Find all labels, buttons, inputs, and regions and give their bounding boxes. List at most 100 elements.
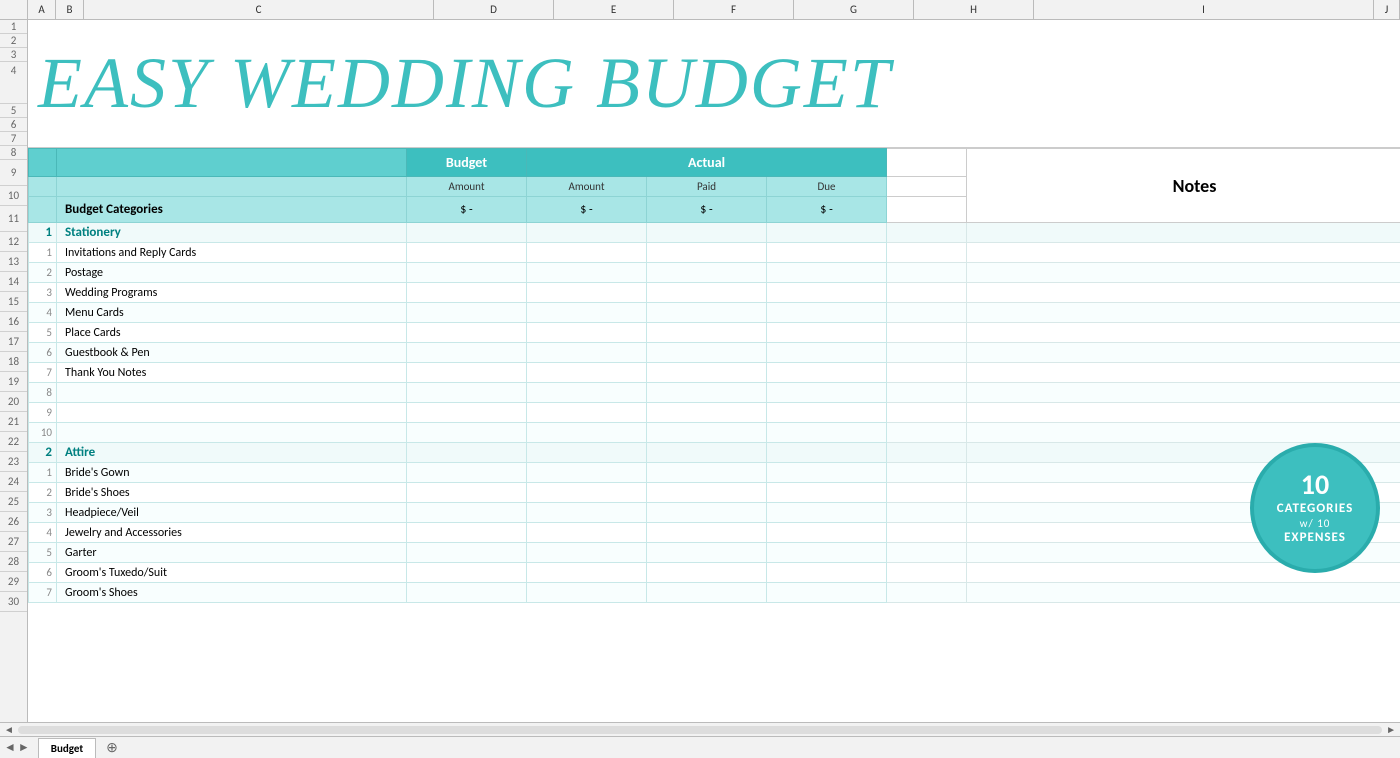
total-actual-dollar: $ - (527, 197, 647, 223)
header-notes-label: Notes (967, 149, 1400, 223)
scroll-left-arrow[interactable]: ◄ (4, 723, 14, 736)
category-row-stationery: 1 Stationery (29, 223, 1400, 243)
item-due (767, 423, 887, 443)
item-budget (407, 523, 527, 543)
header-budget-label: Budget (407, 149, 527, 177)
item-h (887, 323, 967, 343)
col-header-f: F (674, 0, 794, 19)
item-h (887, 343, 967, 363)
item-thank-you-notes: Thank You Notes (57, 363, 407, 383)
tab-nav-right[interactable]: ► (18, 740, 30, 755)
col-header-b: B (56, 0, 84, 19)
item-empty-9 (57, 403, 407, 423)
item-actual (527, 543, 647, 563)
badge-text-expenses: EXPENSES (1284, 530, 1346, 546)
row-num-5: 5 (0, 104, 27, 118)
item-actual (527, 403, 647, 423)
item-notes (967, 343, 1400, 363)
header-empty-h (887, 149, 967, 177)
item-due (767, 243, 887, 263)
row-num-21: 21 (0, 412, 27, 432)
item-h (887, 243, 967, 263)
row-num-10: 10 (0, 186, 27, 206)
cat-due-2 (767, 443, 887, 463)
badge-num-categories: 10 (1301, 470, 1329, 501)
col-header-c: C (84, 0, 434, 19)
item-actual (527, 243, 647, 263)
item-postage: Postage (57, 263, 407, 283)
item-garter: Garter (57, 543, 407, 563)
col-header-e: E (554, 0, 674, 19)
cat-name-stationery: Stationery (57, 223, 407, 243)
item-paid (647, 523, 767, 543)
item-row-brides-shoes: 2 Bride's Shoes (29, 483, 1400, 503)
sub-empty-b (29, 177, 57, 197)
item-budget (407, 243, 527, 263)
item-due (767, 583, 887, 603)
sheet-tab-budget[interactable]: Budget (38, 738, 96, 758)
item-paid (647, 503, 767, 523)
col-header-i: I (1034, 0, 1374, 19)
item-headpiece: Headpiece/Veil (57, 503, 407, 523)
cat-paid-1 (647, 223, 767, 243)
item-budget (407, 383, 527, 403)
item-budget (407, 303, 527, 323)
sub-actual-amount: Amount (527, 177, 647, 197)
item-notes (967, 323, 1400, 343)
item-actual (527, 303, 647, 323)
corner-cell (0, 0, 28, 19)
row-num-1: 1 (0, 20, 27, 34)
item-brides-shoes: Bride's Shoes (57, 483, 407, 503)
sub-empty-c (57, 177, 407, 197)
item-notes (967, 403, 1400, 423)
item-due (767, 523, 887, 543)
item-row-garter: 5 Garter (29, 543, 1400, 563)
row-numbers: 1 2 3 4 5 6 7 8 9 10 11 12 13 14 15 16 1… (0, 20, 28, 722)
item-paid (647, 423, 767, 443)
column-headers: A B C D E F G H I J (0, 0, 1400, 20)
item-row-jewelry: 4 Jewelry and Accessories (29, 523, 1400, 543)
item-h (887, 583, 967, 603)
page-title: EASY WEDDING BUDGET (38, 42, 892, 125)
horizontal-scrollbar[interactable]: ◄ ► (0, 722, 1400, 736)
total-empty-h (887, 197, 967, 223)
scroll-right-arrow[interactable]: ► (1386, 723, 1396, 736)
item-row-8: 8 (29, 383, 1400, 403)
cat-budget-1 (407, 223, 527, 243)
row-num-16: 16 (0, 312, 27, 332)
item-paid (647, 243, 767, 263)
row-num-8: 8 (0, 146, 27, 160)
item-notes (967, 363, 1400, 383)
budget-table: Budget Actual Notes Amount Amount Paid D… (28, 148, 1400, 603)
add-sheet-button[interactable]: ⊕ (98, 737, 126, 758)
row-num-22: 22 (0, 432, 27, 452)
item-actual (527, 563, 647, 583)
item-notes (967, 423, 1400, 443)
total-empty-b (29, 197, 57, 223)
row-num-27: 27 (0, 532, 27, 552)
tab-nav-left[interactable]: ◄ (4, 740, 16, 755)
item-h (887, 383, 967, 403)
item-due (767, 403, 887, 423)
item-due (767, 383, 887, 403)
item-budget (407, 483, 527, 503)
item-paid (647, 303, 767, 323)
item-paid (647, 463, 767, 483)
row-num-25: 25 (0, 492, 27, 512)
item-actual (527, 323, 647, 343)
row-num-2: 2 (0, 34, 27, 48)
item-actual (527, 283, 647, 303)
item-programs: Wedding Programs (57, 283, 407, 303)
item-actual (527, 263, 647, 283)
row-num-6: 6 (0, 118, 27, 132)
item-paid (647, 543, 767, 563)
tab-bar: ◄ ► Budget ⊕ (0, 736, 1400, 758)
item-actual (527, 503, 647, 523)
cat-num-2: 2 (29, 443, 57, 463)
scroll-track[interactable] (18, 726, 1382, 734)
sub-due: Due (767, 177, 887, 197)
item-due (767, 463, 887, 483)
item-budget (407, 503, 527, 523)
item-budget (407, 463, 527, 483)
app-container: A B C D E F G H I J 1 2 3 4 5 6 7 8 9 1 (0, 0, 1400, 758)
